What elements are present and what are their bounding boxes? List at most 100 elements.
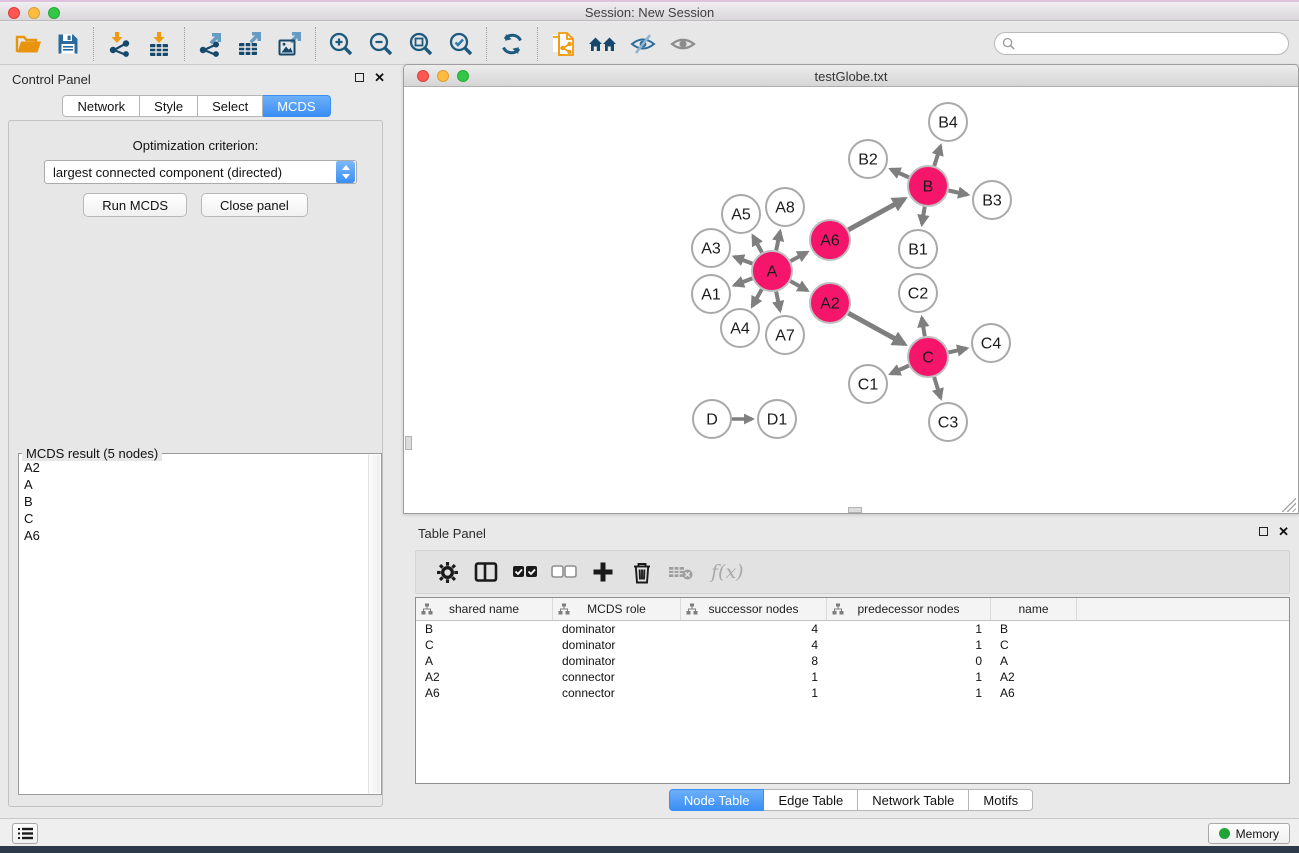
network-graph[interactable]: B4B2BB3B1A5A8A6A3AA1A4A7A2C2CC4C1C3DD1 bbox=[405, 88, 1299, 514]
node-A8[interactable]: A8 bbox=[766, 188, 804, 226]
node-B1[interactable]: B1 bbox=[899, 230, 937, 268]
node-C3[interactable]: C3 bbox=[929, 403, 967, 441]
edge-C-C3[interactable] bbox=[934, 377, 940, 398]
table-row[interactable]: A6connector11A6 bbox=[416, 685, 1289, 701]
edge-A-A8[interactable] bbox=[776, 232, 780, 251]
node-B4[interactable]: B4 bbox=[929, 103, 967, 141]
table-row[interactable]: A2connector11A2 bbox=[416, 669, 1289, 685]
table-cell[interactable]: B bbox=[416, 621, 553, 637]
result-item[interactable]: B bbox=[19, 493, 368, 510]
export-image-button[interactable] bbox=[270, 25, 310, 63]
search-input[interactable] bbox=[1020, 37, 1288, 51]
close-table-panel-icon[interactable]: ✕ bbox=[1278, 526, 1289, 537]
tab-style[interactable]: Style bbox=[140, 95, 198, 117]
export-table-button[interactable] bbox=[230, 25, 270, 63]
edge-A-A4[interactable] bbox=[752, 289, 761, 306]
unselect-all-columns-button[interactable] bbox=[551, 559, 577, 585]
new-network-from-selection-button[interactable] bbox=[543, 25, 583, 63]
node-D1[interactable]: D1 bbox=[758, 400, 796, 438]
tab-select[interactable]: Select bbox=[198, 95, 263, 117]
table-cell[interactable]: dominator bbox=[553, 621, 681, 637]
table-cell[interactable]: 0 bbox=[827, 653, 991, 669]
table-settings-button[interactable] bbox=[434, 559, 460, 585]
edge-A6-B[interactable] bbox=[848, 199, 904, 230]
table-cell[interactable]: 4 bbox=[681, 637, 827, 653]
search-field[interactable] bbox=[994, 32, 1289, 55]
column-header-successor-nodes[interactable]: successor nodes bbox=[681, 598, 827, 620]
table-row[interactable]: Bdominator41B bbox=[416, 621, 1289, 637]
run-mcds-button[interactable]: Run MCDS bbox=[83, 193, 187, 217]
import-network-button[interactable] bbox=[99, 25, 139, 63]
show-column-panel-button[interactable] bbox=[473, 559, 499, 585]
open-session-button[interactable] bbox=[8, 25, 48, 63]
node-C1[interactable]: C1 bbox=[849, 365, 887, 403]
result-item[interactable]: A bbox=[19, 476, 368, 493]
table-cell[interactable]: A6 bbox=[416, 685, 553, 701]
network-canvas[interactable]: B4B2BB3B1A5A8A6A3AA1A4A7A2C2CC4C1C3DD1 bbox=[405, 88, 1297, 513]
column-header-shared-name[interactable]: shared name bbox=[416, 598, 553, 620]
node-A4[interactable]: A4 bbox=[721, 309, 759, 347]
save-session-button[interactable] bbox=[48, 25, 88, 63]
float-table-panel-icon[interactable] bbox=[1259, 527, 1268, 536]
result-item[interactable]: A2 bbox=[19, 459, 368, 476]
node-A3[interactable]: A3 bbox=[692, 229, 730, 267]
edge-C-C2[interactable] bbox=[922, 318, 925, 336]
table-cell[interactable]: A2 bbox=[416, 669, 553, 685]
table-row[interactable]: Adominator80A bbox=[416, 653, 1289, 669]
column-header-MCDS-role[interactable]: MCDS role bbox=[553, 598, 681, 620]
add-column-button[interactable] bbox=[590, 559, 616, 585]
node-B3[interactable]: B3 bbox=[973, 181, 1011, 219]
task-history-button[interactable] bbox=[12, 823, 38, 844]
table-cell[interactable]: 1 bbox=[681, 669, 827, 685]
table-cell[interactable]: 4 bbox=[681, 621, 827, 637]
tab-network[interactable]: Network bbox=[62, 95, 140, 117]
table-cell[interactable]: 1 bbox=[827, 669, 991, 685]
tab-motifs[interactable]: Motifs bbox=[969, 789, 1033, 811]
node-C[interactable]: C bbox=[908, 337, 948, 377]
node-B[interactable]: B bbox=[908, 166, 948, 206]
criterion-dropdown[interactable]: largest connected component (directed) bbox=[44, 160, 357, 184]
node-table[interactable]: shared nameMCDS rolesuccessor nodesprede… bbox=[415, 597, 1290, 784]
table-cell[interactable]: connector bbox=[553, 669, 681, 685]
hide-selected-button[interactable] bbox=[623, 25, 663, 63]
table-cell[interactable]: dominator bbox=[553, 637, 681, 653]
node-A7[interactable]: A7 bbox=[766, 316, 804, 354]
edge-A2-C[interactable] bbox=[848, 313, 904, 344]
column-header-predecessor-nodes[interactable]: predecessor nodes bbox=[827, 598, 991, 620]
node-A6[interactable]: A6 bbox=[810, 220, 850, 260]
node-D[interactable]: D bbox=[693, 400, 731, 438]
show-all-networks-button[interactable] bbox=[583, 25, 623, 63]
node-C4[interactable]: C4 bbox=[972, 324, 1010, 362]
table-cell[interactable]: C bbox=[991, 637, 1077, 653]
network-window-titlebar[interactable]: testGlobe.txt bbox=[404, 65, 1298, 87]
refresh-button[interactable] bbox=[492, 25, 532, 63]
import-table-button[interactable] bbox=[139, 25, 179, 63]
table-cell[interactable]: A bbox=[991, 653, 1077, 669]
export-network-button[interactable] bbox=[190, 25, 230, 63]
table-cell[interactable]: A2 bbox=[991, 669, 1077, 685]
tab-edge-table[interactable]: Edge Table bbox=[764, 789, 858, 811]
table-cell[interactable]: B bbox=[991, 621, 1077, 637]
memory-button[interactable]: Memory bbox=[1208, 823, 1290, 844]
table-cell[interactable]: 1 bbox=[681, 685, 827, 701]
table-row[interactable]: Cdominator41C bbox=[416, 637, 1289, 653]
edge-B-B3[interactable] bbox=[949, 190, 968, 194]
close-panel-icon[interactable]: ✕ bbox=[374, 72, 385, 83]
result-scrollbar[interactable] bbox=[368, 455, 380, 793]
tab-mcds[interactable]: MCDS bbox=[263, 95, 330, 117]
zoom-out-button[interactable] bbox=[361, 25, 401, 63]
edge-A-A5[interactable] bbox=[753, 236, 762, 252]
mcds-result-list[interactable]: A2ABCA6 bbox=[19, 459, 368, 793]
table-cell[interactable]: 8 bbox=[681, 653, 827, 669]
edge-A-A7[interactable] bbox=[776, 292, 780, 311]
node-A1[interactable]: A1 bbox=[692, 275, 730, 313]
tab-node-table[interactable]: Node Table bbox=[669, 789, 765, 811]
node-A5[interactable]: A5 bbox=[722, 195, 760, 233]
zoom-in-button[interactable] bbox=[321, 25, 361, 63]
node-B2[interactable]: B2 bbox=[849, 140, 887, 178]
table-cell[interactable]: A bbox=[416, 653, 553, 669]
resize-grip-icon[interactable] bbox=[1282, 498, 1296, 512]
zoom-fit-button[interactable] bbox=[401, 25, 441, 63]
canvas-horizontal-scroll-thumb[interactable] bbox=[848, 507, 862, 513]
canvas-vertical-scroll-thumb[interactable] bbox=[405, 436, 412, 450]
